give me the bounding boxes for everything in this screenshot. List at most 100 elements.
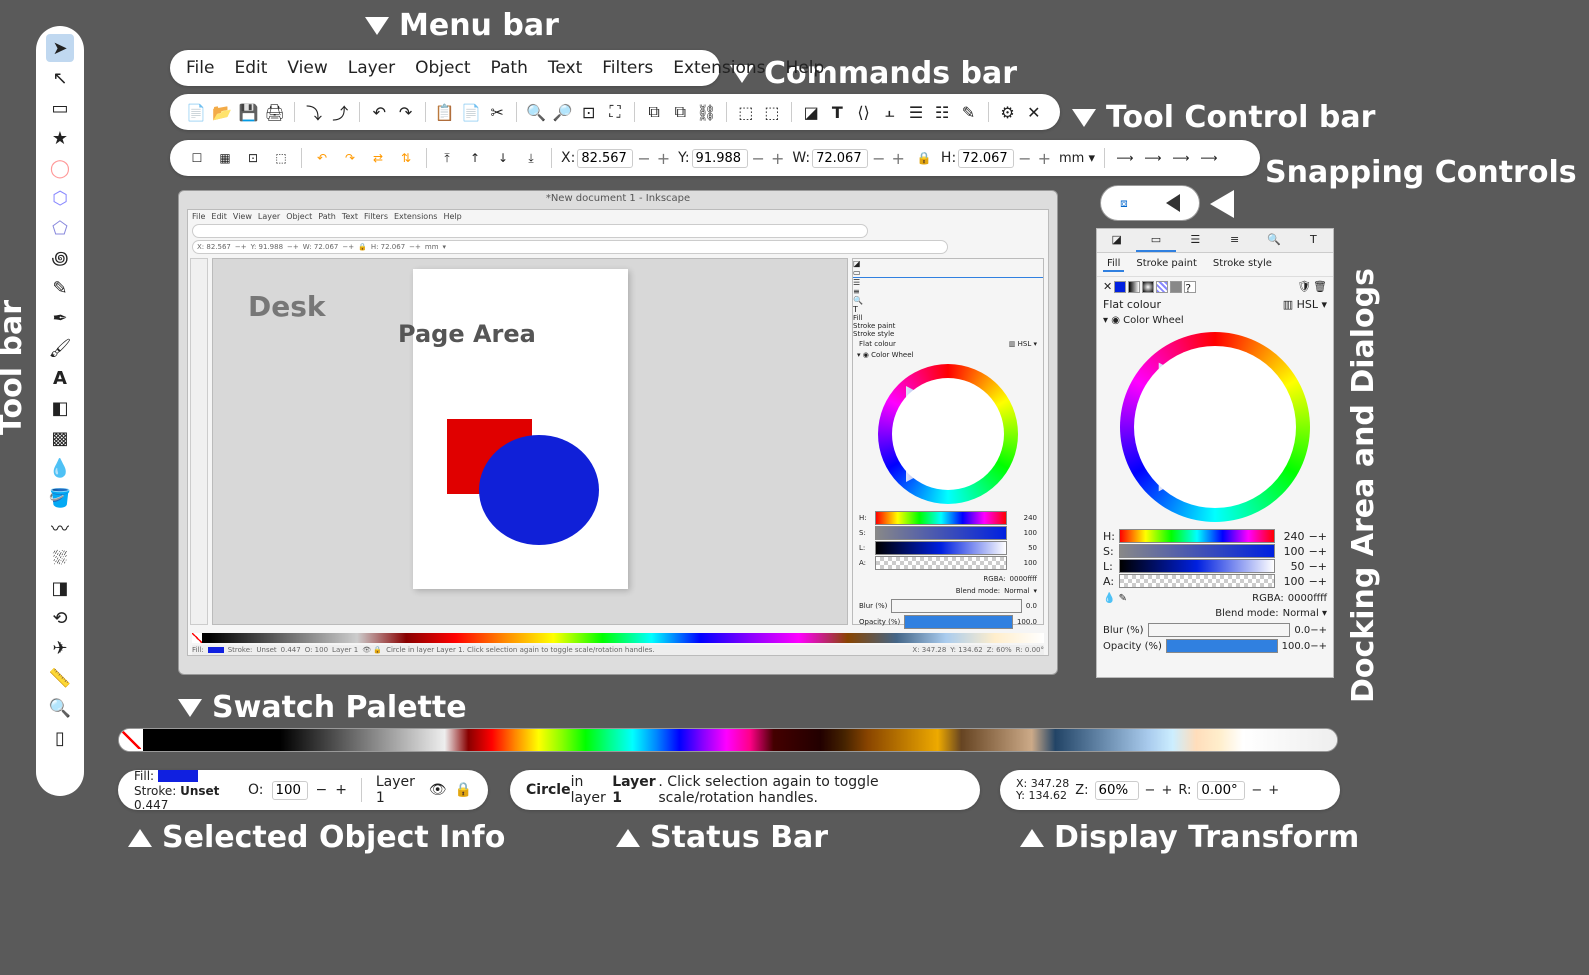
tool-pencil[interactable]: ✎ bbox=[46, 274, 74, 302]
opacity-value[interactable]: 100.0 bbox=[1282, 641, 1311, 652]
rotate-ccw-icon[interactable]: ↶ bbox=[311, 147, 333, 169]
tool-mesh[interactable]: ▩ bbox=[46, 424, 74, 452]
paste-icon[interactable]: 📄 bbox=[461, 101, 481, 123]
z-plus[interactable]: + bbox=[1161, 783, 1172, 798]
tool-polygon[interactable]: ⬠ bbox=[46, 214, 74, 242]
paint-pattern-icon[interactable] bbox=[1156, 281, 1168, 293]
paint-x-icon[interactable]: ✕ bbox=[1103, 280, 1112, 293]
tool-node[interactable]: ↖ bbox=[46, 64, 74, 92]
xml-icon[interactable]: ⟨⟩ bbox=[853, 101, 873, 123]
print-icon[interactable]: 🖨 bbox=[265, 101, 285, 123]
scale-pattern-icon[interactable]: ⟶ bbox=[1198, 147, 1220, 169]
dock-tab-align[interactable]: ≡ bbox=[1215, 229, 1254, 252]
h-plus[interactable]: + bbox=[1036, 149, 1053, 168]
menu-view[interactable]: View bbox=[287, 58, 327, 78]
tool-bezier[interactable]: ✒ bbox=[46, 304, 74, 332]
lock-icon[interactable]: 🔒 bbox=[913, 147, 935, 169]
paint-swatch-icon[interactable] bbox=[1170, 281, 1182, 293]
opacity-field[interactable] bbox=[272, 781, 308, 800]
paint-radial-icon[interactable] bbox=[1142, 281, 1154, 293]
raise-top-icon[interactable]: ⤒ bbox=[436, 147, 458, 169]
x-minus[interactable]: − bbox=[635, 149, 652, 168]
tool-measure[interactable]: 📏 bbox=[46, 664, 74, 692]
raise-icon[interactable]: ↑ bbox=[464, 147, 486, 169]
w-field[interactable] bbox=[812, 149, 868, 168]
menu-help[interactable]: Help bbox=[786, 58, 825, 78]
zoom-drawing-icon[interactable]: 🔎 bbox=[552, 101, 572, 123]
tool-3dbox[interactable]: ⬡ bbox=[46, 184, 74, 212]
h-field[interactable] bbox=[958, 149, 1014, 168]
redo-icon[interactable]: ↷ bbox=[395, 101, 415, 123]
r-plus[interactable]: + bbox=[1268, 783, 1279, 798]
new-icon[interactable]: 📄 bbox=[186, 101, 206, 123]
x-plus[interactable]: + bbox=[655, 149, 672, 168]
objprops-icon[interactable]: ☷ bbox=[932, 101, 952, 123]
tool-paintbucket[interactable]: 🪣 bbox=[46, 484, 74, 512]
scale-gradient-icon[interactable]: ⟶ bbox=[1170, 147, 1192, 169]
copy-icon[interactable]: 📋 bbox=[435, 101, 455, 123]
lock-layer-icon[interactable]: 🔒 bbox=[455, 782, 472, 798]
swatch-black[interactable] bbox=[143, 729, 163, 751]
tool-star[interactable]: ★ bbox=[46, 124, 74, 152]
import-icon[interactable]: ⤵ bbox=[304, 101, 324, 123]
menu-file[interactable]: File bbox=[186, 58, 214, 78]
stroke-width[interactable]: 0.447 bbox=[134, 798, 168, 812]
zoom-page-icon[interactable]: ⊡ bbox=[579, 101, 599, 123]
layers-icon[interactable]: ☰ bbox=[906, 101, 926, 123]
dock-tab-objprops[interactable]: ▭ bbox=[1136, 229, 1175, 252]
rgba-value[interactable]: 0000ffff bbox=[1288, 593, 1327, 604]
dropper2-icon[interactable]: 💧 ✎ bbox=[1103, 593, 1127, 604]
paint-trash-icon[interactable]: 🗑 bbox=[1313, 280, 1327, 293]
tool-pages[interactable]: ▯ bbox=[46, 724, 74, 752]
visibility-icon[interactable]: 👁 bbox=[429, 782, 447, 798]
dock-tab-text[interactable]: T bbox=[1294, 229, 1333, 252]
menu-edit[interactable]: Edit bbox=[234, 58, 267, 78]
menu-text[interactable]: Text bbox=[548, 58, 582, 78]
unlink-icon[interactable]: ⛓ bbox=[696, 101, 716, 123]
flip-h-icon[interactable]: ⇄ bbox=[367, 147, 389, 169]
lower-bottom-icon[interactable]: ⤓ bbox=[520, 147, 542, 169]
paint-shield-icon[interactable]: 🛡 bbox=[1297, 280, 1311, 293]
lower-icon[interactable]: ↓ bbox=[492, 147, 514, 169]
y-field[interactable] bbox=[692, 149, 748, 168]
toggle-box-icon[interactable]: ⬚ bbox=[270, 147, 292, 169]
o-minus[interactable]: − bbox=[316, 782, 328, 798]
swatch-none[interactable] bbox=[119, 729, 143, 751]
tool-dropper[interactable]: 💧 bbox=[46, 454, 74, 482]
subtab-stroke-paint[interactable]: Stroke paint bbox=[1132, 257, 1201, 272]
deselect-icon[interactable]: ⊡ bbox=[242, 147, 264, 169]
zoom-sel-icon[interactable]: ⛶ bbox=[605, 101, 625, 123]
w-plus[interactable]: + bbox=[890, 149, 907, 168]
y-minus[interactable]: − bbox=[750, 149, 767, 168]
undo-icon[interactable]: ↶ bbox=[369, 101, 389, 123]
tool-eraser[interactable]: ◨ bbox=[46, 574, 74, 602]
stroke-value[interactable]: Unset bbox=[180, 784, 219, 798]
o-plus[interactable]: + bbox=[335, 782, 347, 798]
selectors-icon[interactable]: ✎ bbox=[958, 101, 978, 123]
group-icon[interactable]: ⬚ bbox=[736, 101, 756, 123]
unit-select[interactable]: mm ▾ bbox=[1059, 151, 1095, 166]
tool-spiral[interactable]: ꩜ bbox=[46, 244, 74, 272]
zoom-field[interactable] bbox=[1095, 781, 1139, 800]
export-icon[interactable]: ⤴ bbox=[330, 101, 350, 123]
select-all-icon[interactable]: ☐ bbox=[186, 147, 208, 169]
dock-tab-fill[interactable]: ◪ bbox=[1097, 229, 1136, 252]
tool-ellipse[interactable]: ◯ bbox=[46, 154, 74, 182]
tool-connector[interactable]: ⟲ bbox=[46, 604, 74, 632]
rotate-cw-icon[interactable]: ↷ bbox=[339, 147, 361, 169]
tool-rect[interactable]: ▭ bbox=[46, 94, 74, 122]
menu-extensions[interactable]: Extensions bbox=[673, 58, 765, 78]
subtab-fill[interactable]: Fill bbox=[1103, 257, 1124, 272]
paint-flat-icon[interactable] bbox=[1114, 281, 1126, 293]
l-value[interactable]: 50 bbox=[1279, 560, 1305, 573]
a-slider[interactable] bbox=[1119, 574, 1275, 588]
text-dlg-icon[interactable]: T bbox=[827, 101, 847, 123]
swatch-palette[interactable] bbox=[118, 728, 1338, 752]
scale-corners-icon[interactable]: ⟶ bbox=[1142, 147, 1164, 169]
layer-select[interactable]: Layer 1 bbox=[376, 774, 421, 806]
cut-icon[interactable]: ✂ bbox=[487, 101, 507, 123]
h-slider[interactable] bbox=[1119, 529, 1275, 543]
tool-gradient[interactable]: ◧ bbox=[46, 394, 74, 422]
ungroup-icon[interactable]: ⬚ bbox=[762, 101, 782, 123]
clone-icon[interactable]: ⧉ bbox=[670, 101, 690, 123]
